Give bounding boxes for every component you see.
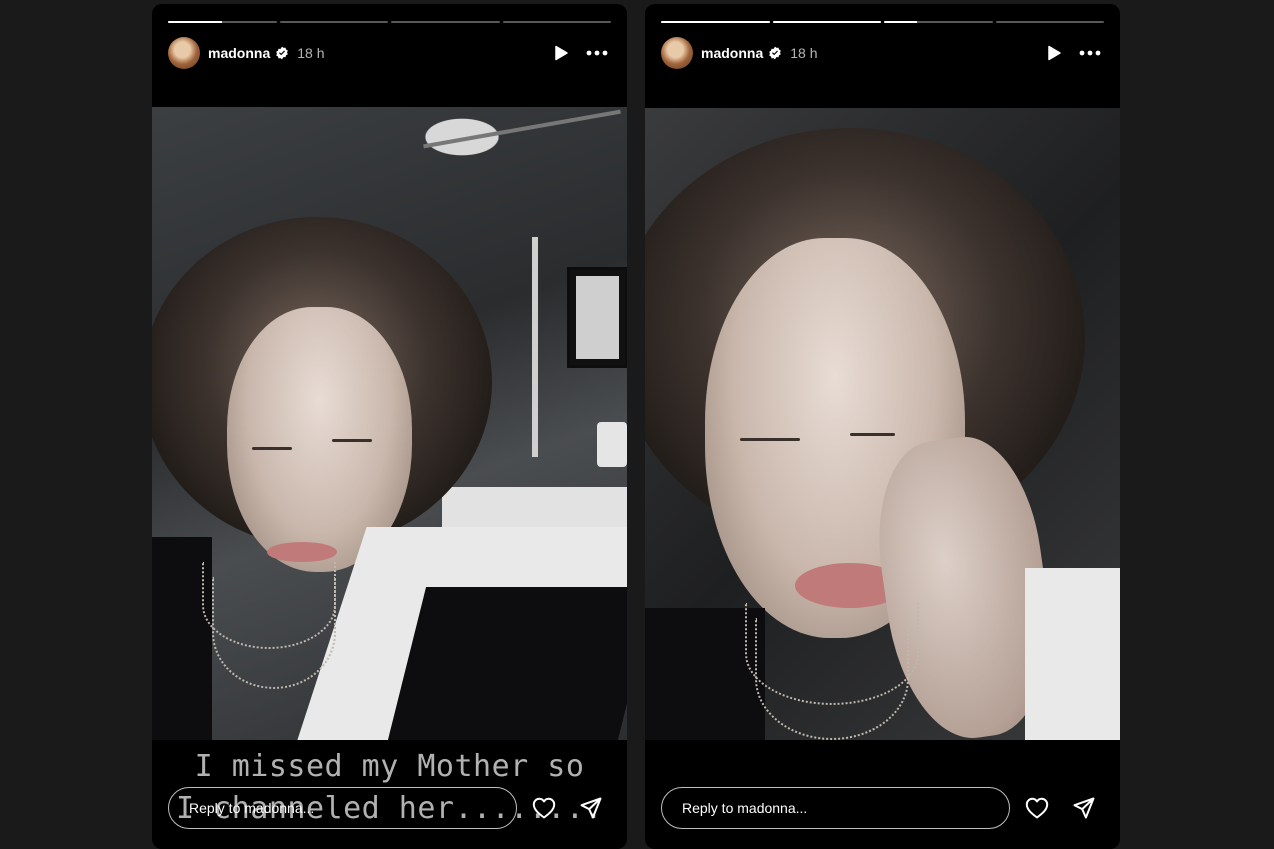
play-button[interactable] (1040, 39, 1068, 67)
verified-badge-icon (769, 46, 782, 60)
story-footer (168, 786, 611, 830)
post-timestamp: 18 h (790, 45, 818, 61)
like-button[interactable] (525, 788, 564, 828)
like-button[interactable] (1018, 788, 1057, 828)
progress-segment (772, 21, 881, 23)
heart-icon (533, 797, 556, 819)
send-icon (580, 797, 602, 819)
post-timestamp: 18 h (297, 45, 325, 61)
username[interactable]: madonna (208, 45, 270, 61)
reply-input[interactable] (168, 787, 517, 829)
caption-line: I missed my Mother so (194, 749, 585, 784)
verified-badge-icon (276, 46, 289, 60)
more-options-icon (586, 50, 608, 56)
progress-segment (168, 21, 277, 23)
send-icon (1073, 797, 1095, 819)
progress-segment (502, 21, 611, 23)
username[interactable]: madonna (701, 45, 763, 61)
story-progress-bar (661, 21, 1104, 23)
story-viewer-1[interactable]: madonna 18 h I missed my Mother so I cha… (152, 4, 627, 849)
story-header: madonna 18 h (168, 36, 611, 70)
heart-icon (1026, 797, 1049, 819)
more-options-icon (1079, 50, 1101, 56)
more-options-button[interactable] (583, 39, 611, 67)
wall-picture-frame (567, 267, 627, 368)
progress-segment (995, 21, 1104, 23)
story-progress-bar (168, 21, 611, 23)
play-icon (555, 45, 568, 61)
story-photo (645, 108, 1120, 740)
share-button[interactable] (1065, 788, 1104, 828)
avatar[interactable] (168, 37, 200, 69)
play-icon (1048, 45, 1061, 61)
share-button[interactable] (572, 788, 611, 828)
story-viewer-2[interactable]: madonna 18 h (645, 4, 1120, 849)
story-photo (152, 107, 627, 740)
story-footer (661, 786, 1104, 830)
story-header: madonna 18 h (661, 36, 1104, 70)
play-button[interactable] (547, 39, 575, 67)
reply-input[interactable] (661, 787, 1010, 829)
progress-segment (279, 21, 388, 23)
more-options-button[interactable] (1076, 39, 1104, 67)
progress-segment (391, 21, 500, 23)
progress-segment (661, 21, 770, 23)
progress-segment (884, 21, 993, 23)
avatar[interactable] (661, 37, 693, 69)
